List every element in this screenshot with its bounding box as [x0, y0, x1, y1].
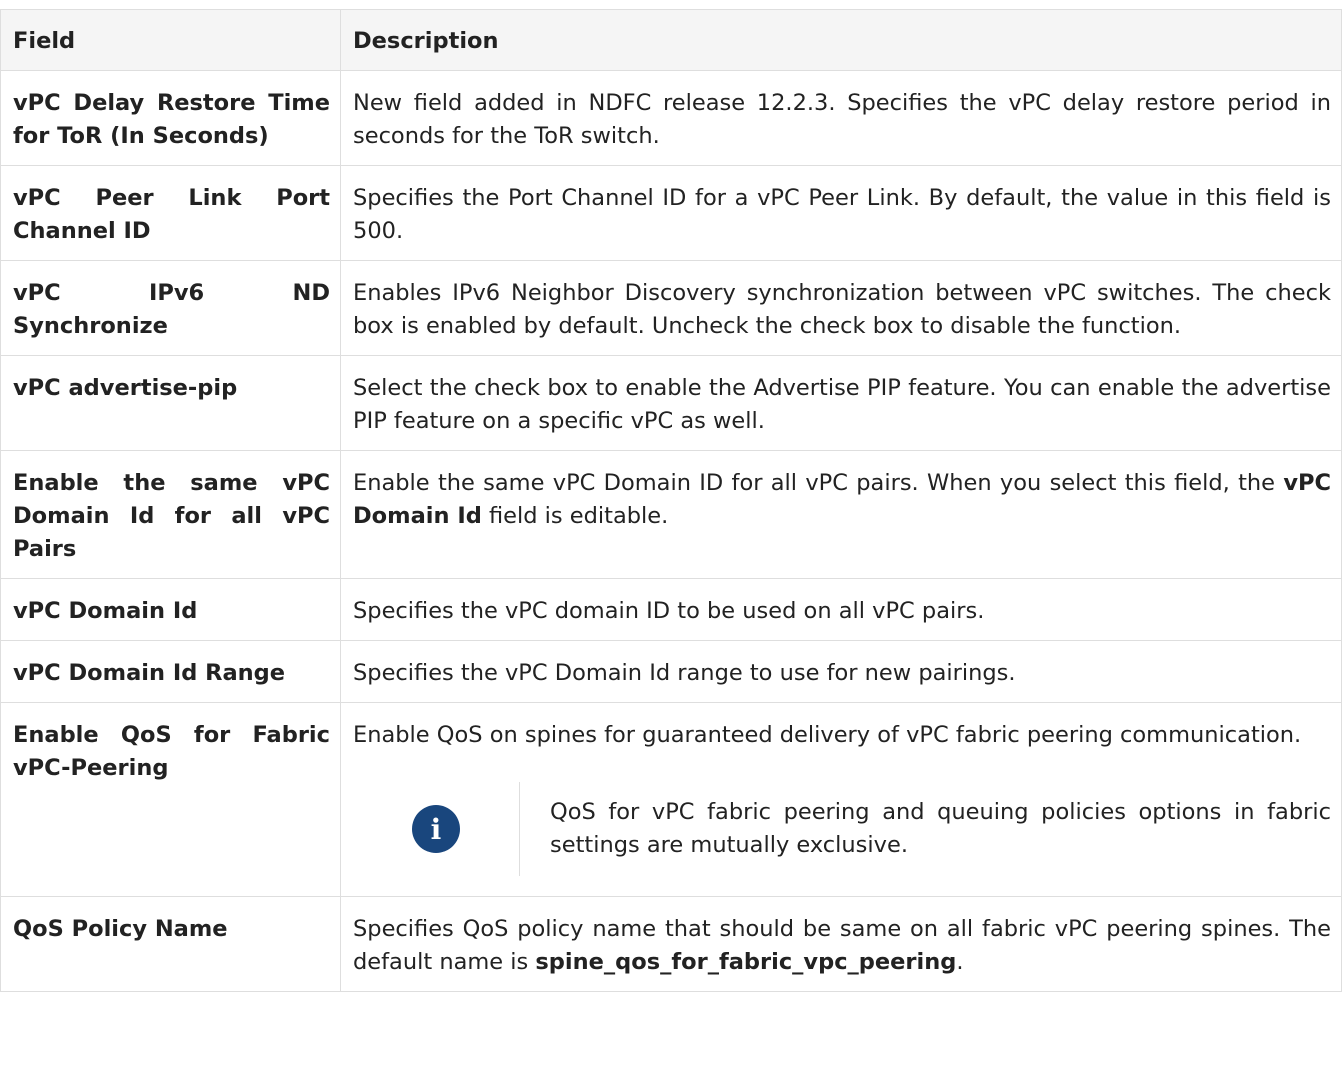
note-admonition: i QoS for vPC fabric peering and queuing…	[353, 782, 1331, 876]
description-text: Enable QoS on spines for guaranteed deli…	[353, 722, 1302, 748]
fields-table: Field Description vPC Delay Restore Time…	[0, 9, 1342, 992]
note-text: QoS for vPC fabric peering and queuing p…	[519, 782, 1331, 876]
field-description: Enables IPv6 Neighbor Discovery synchron…	[340, 260, 1342, 356]
field-description: Specifies the vPC Domain Id range to use…	[340, 640, 1342, 703]
description-text: field is editable.	[481, 503, 669, 529]
table-row: vPC Domain Id Specifies the vPC domain I…	[0, 578, 1342, 641]
field-description: Select the check box to enable the Adver…	[340, 355, 1342, 451]
field-name: Enable QoS for Fabric vPC-Peering	[0, 702, 341, 897]
description-bold-term: spine_qos_for_fabric_vpc_peering	[535, 949, 957, 975]
table-row: vPC Peer Link Port Channel ID Specifies …	[0, 165, 1342, 261]
field-name: vPC Peer Link Port Channel ID	[0, 165, 341, 261]
table-row: Enable QoS for Fabric vPC-Peering Enable…	[0, 702, 1342, 897]
table-row: Enable the same vPC Domain Id for all vP…	[0, 450, 1342, 579]
field-description: Specifies the Port Channel ID for a vPC …	[340, 165, 1342, 261]
description-column-header: Description	[340, 9, 1342, 71]
field-column-header: Field	[0, 9, 341, 71]
field-description: Enable the same vPC Domain ID for all vP…	[340, 450, 1342, 579]
table-row: vPC Delay Restore Time for ToR (In Secon…	[0, 70, 1342, 166]
description-text: Enable the same vPC Domain ID for all vP…	[353, 470, 1284, 496]
field-name: vPC IPv6 ND Synchronize	[0, 260, 341, 356]
table-row: vPC advertise-pip Select the check box t…	[0, 355, 1342, 451]
header-row: Field Description	[0, 9, 1342, 71]
field-description: Specifies QoS policy name that should be…	[340, 896, 1342, 992]
field-description: Enable QoS on spines for guaranteed deli…	[340, 702, 1342, 897]
table-row: QoS Policy Name Specifies QoS policy nam…	[0, 896, 1342, 992]
table-row: vPC IPv6 ND Synchronize Enables IPv6 Nei…	[0, 260, 1342, 356]
field-description: New field added in NDFC release 12.2.3. …	[340, 70, 1342, 166]
field-name: Enable the same vPC Domain Id for all vP…	[0, 450, 341, 579]
table-row: vPC Domain Id Range Specifies the vPC Do…	[0, 640, 1342, 703]
field-name: vPC Domain Id Range	[0, 640, 341, 703]
field-name: vPC Domain Id	[0, 578, 341, 641]
description-text: .	[956, 949, 964, 975]
field-name: vPC advertise-pip	[0, 355, 341, 451]
field-name: QoS Policy Name	[0, 896, 341, 992]
info-icon: i	[412, 805, 460, 853]
field-description: Specifies the vPC domain ID to be used o…	[340, 578, 1342, 641]
field-name: vPC Delay Restore Time for ToR (In Secon…	[0, 70, 341, 166]
